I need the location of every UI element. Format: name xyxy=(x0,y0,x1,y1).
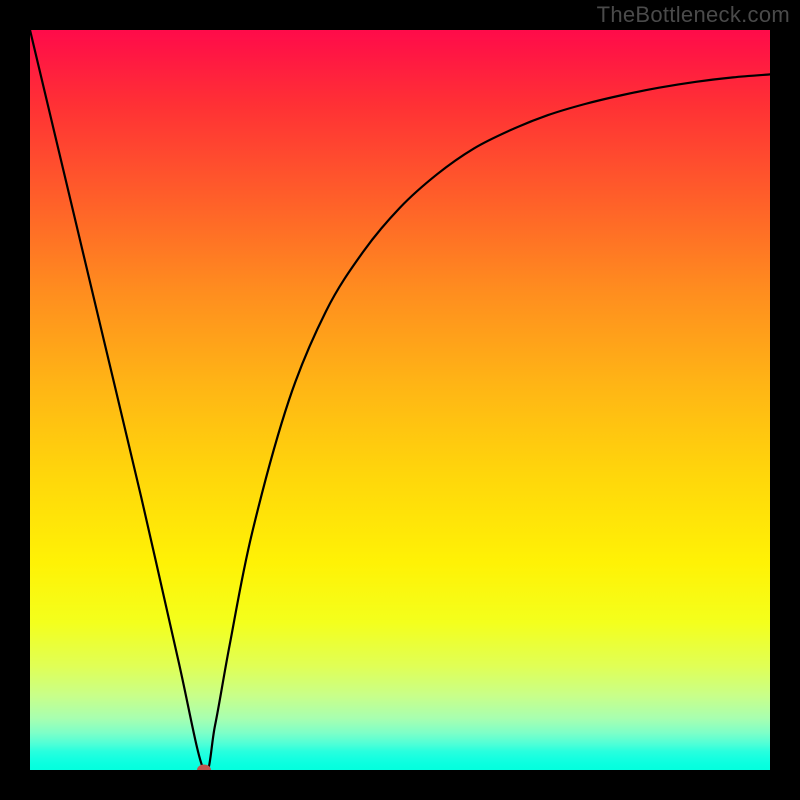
bottleneck-curve xyxy=(30,30,770,770)
plot-area xyxy=(30,30,770,770)
optimal-point-marker xyxy=(197,765,211,771)
watermark-text: TheBottleneck.com xyxy=(597,2,790,28)
chart-frame: TheBottleneck.com xyxy=(0,0,800,800)
